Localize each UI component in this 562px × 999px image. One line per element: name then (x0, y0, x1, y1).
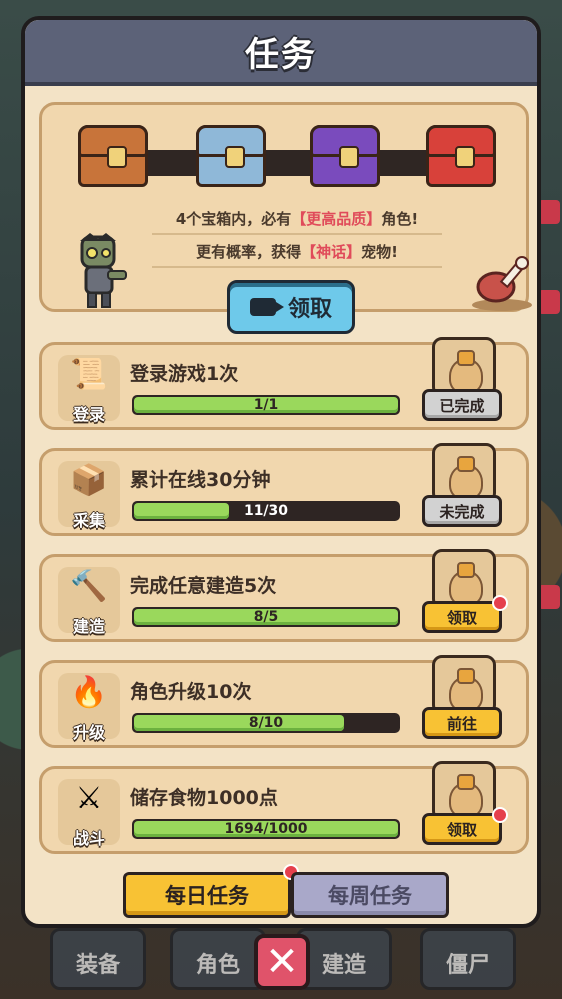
reward-highlight: 【更高品质】 (291, 210, 382, 228)
side-notification-icon (538, 200, 560, 224)
task-category-label: 建造 (72, 617, 105, 636)
zombie-mascot-icon (80, 233, 127, 308)
reward-bag-icon (432, 337, 496, 397)
task-panel: 任务 4个宝箱内，必有【更高品质】角色! 更有概率，获得【神话】宠物! 领取 📜… (21, 16, 541, 928)
task-notification-dot (492, 807, 508, 823)
side-notification-icon (538, 290, 560, 314)
reward-bag-icon (432, 549, 496, 609)
task-title: 累计在线30分钟 (130, 469, 271, 491)
nav-build-label: 建造 (321, 953, 366, 978)
chest-claim-button[interactable]: 领取 (227, 280, 355, 334)
task-progress-text: 1/1 (253, 397, 279, 413)
task-row: ⚔ 战斗 储存食物1000点 1694/1000 领取 (39, 761, 529, 854)
task-action-label: 领取 (446, 608, 477, 627)
box-icon: 📦 (70, 463, 108, 498)
task-action-button[interactable]: 未完成 (422, 495, 502, 527)
task-title: 登录游戏1次 (130, 363, 239, 385)
reward-description-1: 4个宝箱内，必有【更高品质】角色! (132, 208, 462, 229)
claim-button-label: 领取 (287, 297, 332, 322)
panel-header: 任务 (25, 20, 537, 86)
tab-daily-tasks[interactable]: 每日任务 (123, 872, 291, 918)
reward-description-2: 更有概率，获得【神话】宠物! (132, 241, 462, 262)
task-row: 🔥 升级 角色升级10次 8/10 前往 (39, 655, 529, 748)
divider (152, 233, 442, 235)
task-action-button[interactable]: 领取 (422, 813, 502, 845)
tab-weekly-tasks[interactable]: 每周任务 (291, 872, 449, 918)
reward-text: 宠物! (361, 243, 398, 261)
reward-text: 角色! (381, 210, 419, 228)
task-progress-bar: 11/30 (132, 501, 400, 521)
hammer-icon: 🔨 (70, 569, 108, 604)
task-category-icon: 🔥 升级 (58, 673, 120, 742)
golden-chest-icon (426, 125, 496, 187)
task-row: 🔨 建造 完成任意建造5次 8/5 领取 (39, 549, 529, 642)
wooden-chest-icon (78, 125, 148, 187)
nav-equip-button[interactable]: 装备 (50, 928, 146, 990)
task-row: 📦 采集 累计在线30分钟 11/30 未完成 (39, 443, 529, 536)
meat-icon (472, 256, 532, 311)
task-category-icon: ⚔ 战斗 (58, 779, 120, 848)
task-notification-dot (492, 595, 508, 611)
task-progress-text: 1694/1000 (224, 821, 308, 837)
close-icon: ✕ (265, 939, 299, 985)
close-button[interactable]: ✕ (254, 934, 310, 990)
task-action-label: 已完成 (439, 396, 485, 415)
silver-chest-icon (196, 125, 266, 187)
side-notification-icon (538, 585, 560, 609)
nav-role-label: 角色 (195, 953, 240, 978)
task-title: 储存食物1000点 (130, 787, 278, 809)
task-progress-text: 8/10 (248, 715, 284, 731)
reward-text: 更有概率，获得 (196, 243, 302, 261)
reward-bag-icon (432, 761, 496, 821)
tab-weekly-label: 每周任务 (328, 884, 412, 908)
task-action-label: 前往 (446, 714, 477, 733)
task-category-label: 升级 (72, 723, 105, 742)
reward-bag-icon (432, 655, 496, 715)
panel-title: 任务 (245, 34, 317, 75)
tab-daily-label: 每日任务 (165, 884, 249, 908)
reward-bag-icon (432, 443, 496, 503)
task-action-label: 领取 (446, 820, 477, 839)
task-progress-text: 8/5 (253, 609, 279, 625)
purple-chest-icon (310, 125, 380, 187)
task-category-label: 登录 (72, 405, 105, 424)
task-category-icon: 📦 采集 (58, 461, 120, 530)
crossed-swords-icon: ⚔ (75, 781, 103, 816)
nav-role-button[interactable]: 角色 (170, 928, 266, 990)
task-progress-bar: 8/5 (132, 607, 400, 627)
nav-zombie-button[interactable]: 僵尸 (420, 928, 516, 990)
video-camera-icon (249, 298, 284, 316)
task-action-button[interactable]: 前往 (422, 707, 502, 739)
task-progress-bar: 1694/1000 (132, 819, 400, 839)
task-category-icon: 🔨 建造 (58, 567, 120, 636)
reward-highlight: 【神话】 (301, 243, 362, 261)
campfire-icon: 🔥 (70, 675, 108, 710)
scroll-icon: 📜 (70, 357, 108, 392)
task-row: 📜 登录 登录游戏1次 1/1 已完成 (39, 337, 529, 430)
divider (152, 266, 442, 268)
task-action-label: 未完成 (439, 502, 485, 521)
task-category-label: 采集 (72, 511, 105, 530)
nav-zombie-label: 僵尸 (445, 953, 490, 978)
task-progress-bar: 8/10 (132, 713, 400, 733)
task-category-icon: 📜 登录 (58, 355, 120, 424)
task-action-button[interactable]: 已完成 (422, 389, 502, 421)
chest-progress-track (110, 150, 460, 176)
task-title: 完成任意建造5次 (130, 575, 277, 597)
task-action-button[interactable]: 领取 (422, 601, 502, 633)
task-category-label: 战斗 (72, 829, 105, 848)
task-progress-bar: 1/1 (132, 395, 400, 415)
reward-text: 4个宝箱内，必有 (175, 210, 292, 228)
task-title: 角色升级10次 (130, 681, 252, 703)
nav-equip-label: 装备 (75, 953, 120, 978)
nav-build-button[interactable]: 建造 (296, 928, 392, 990)
task-progress-text: 11/30 (243, 503, 289, 519)
